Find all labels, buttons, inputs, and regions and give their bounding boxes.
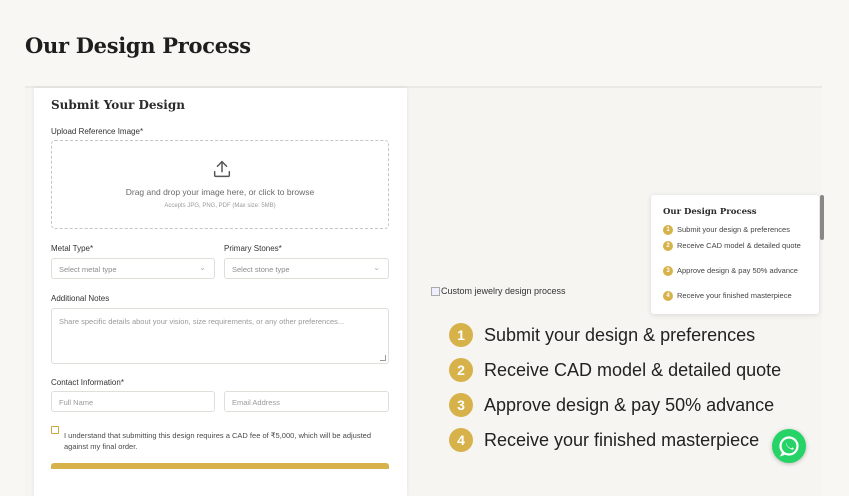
- stone-type-select[interactable]: Select stone type ⌄: [224, 258, 389, 279]
- email-input[interactable]: Email Address: [224, 391, 389, 412]
- process-image-alt: Custom jewelry design process: [441, 286, 566, 296]
- process-step: 2 Receive CAD model & detailed quote: [449, 358, 781, 382]
- popup-step: 1 Submit your design & preferences: [663, 225, 813, 235]
- process-image: Custom jewelry design process: [431, 286, 566, 296]
- step-number-badge: 1: [663, 225, 673, 235]
- step-number-badge: 4: [449, 428, 473, 452]
- popup-step: 3 Approve design & pay 50% advance: [663, 266, 813, 276]
- resize-handle[interactable]: [380, 355, 386, 361]
- primary-stones-label: Primary Stones*: [224, 244, 282, 253]
- metal-type-value: Select metal type: [59, 265, 117, 274]
- step-text: Submit your design & preferences: [484, 324, 756, 345]
- step-number-badge: 2: [663, 241, 673, 251]
- broken-image-icon: [431, 286, 440, 296]
- step-text: Approve design & pay 50% advance: [484, 394, 775, 415]
- step-number-badge: 3: [449, 393, 473, 417]
- popup-title: Our Design Process: [663, 207, 757, 217]
- metal-type-select[interactable]: Select metal type ⌄: [51, 258, 215, 279]
- stone-type-value: Select stone type: [232, 265, 290, 274]
- whatsapp-chat-button[interactable]: [772, 429, 806, 463]
- form-title: Submit Your Design: [51, 98, 185, 112]
- upload-label: Upload Reference Image*: [51, 127, 144, 136]
- process-step: 3 Approve design & pay 50% advance: [449, 393, 774, 417]
- step-text: Receive your finished masterpiece: [484, 429, 760, 450]
- chevron-down-icon: ⌄: [373, 263, 380, 272]
- popup-step-text: Receive your finished masterpiece: [677, 291, 792, 300]
- process-step: 1 Submit your design & preferences: [449, 323, 755, 347]
- chevron-down-icon: ⌄: [199, 263, 206, 272]
- upload-icon: [213, 160, 231, 178]
- popup-step: 2 Receive CAD model & detailed quote: [663, 241, 813, 251]
- step-number-badge: 3: [663, 266, 673, 276]
- full-name-placeholder: Full Name: [59, 398, 94, 407]
- whatsapp-icon: [779, 436, 799, 457]
- terms-checkbox[interactable]: [51, 426, 59, 434]
- step-text: Receive CAD model & detailed quote: [484, 359, 782, 380]
- contact-info-label: Contact Information*: [51, 378, 124, 387]
- step-number-badge: 4: [663, 291, 673, 301]
- full-name-input[interactable]: Full Name: [51, 391, 215, 412]
- email-placeholder: Email Address: [232, 398, 280, 407]
- popup-step-text: Submit your design & preferences: [677, 225, 790, 234]
- design-process-popup: Our Design Process 1 Submit your design …: [651, 195, 819, 314]
- popup-scrollbar[interactable]: [820, 195, 824, 240]
- additional-notes-textarea[interactable]: Share specific details about your vision…: [51, 308, 389, 364]
- submit-button[interactable]: [51, 463, 389, 469]
- process-step: 4 Receive your finished masterpiece: [449, 428, 759, 452]
- popup-step: 4 Receive your finished masterpiece: [663, 291, 813, 301]
- additional-notes-label: Additional Notes: [51, 294, 110, 303]
- popup-step-text: Approve design & pay 50% advance: [677, 266, 798, 275]
- step-number-badge: 1: [449, 323, 473, 347]
- upload-hint: Accepts JPG, PNG, PDF (Max size: 5MB): [164, 203, 276, 209]
- step-number-badge: 2: [449, 358, 473, 382]
- metal-type-label: Metal Type*: [51, 244, 94, 253]
- upload-instructions: Drag and drop your image here, or click …: [125, 187, 315, 197]
- popup-step-text: Receive CAD model & detailed quote: [677, 241, 801, 250]
- upload-dropzone[interactable]: Drag and drop your image here, or click …: [51, 140, 389, 229]
- page-title: Our Design Process: [25, 33, 251, 58]
- notes-placeholder: Share specific details about your vision…: [59, 317, 345, 326]
- terms-text: I understand that submitting this design…: [64, 431, 372, 451]
